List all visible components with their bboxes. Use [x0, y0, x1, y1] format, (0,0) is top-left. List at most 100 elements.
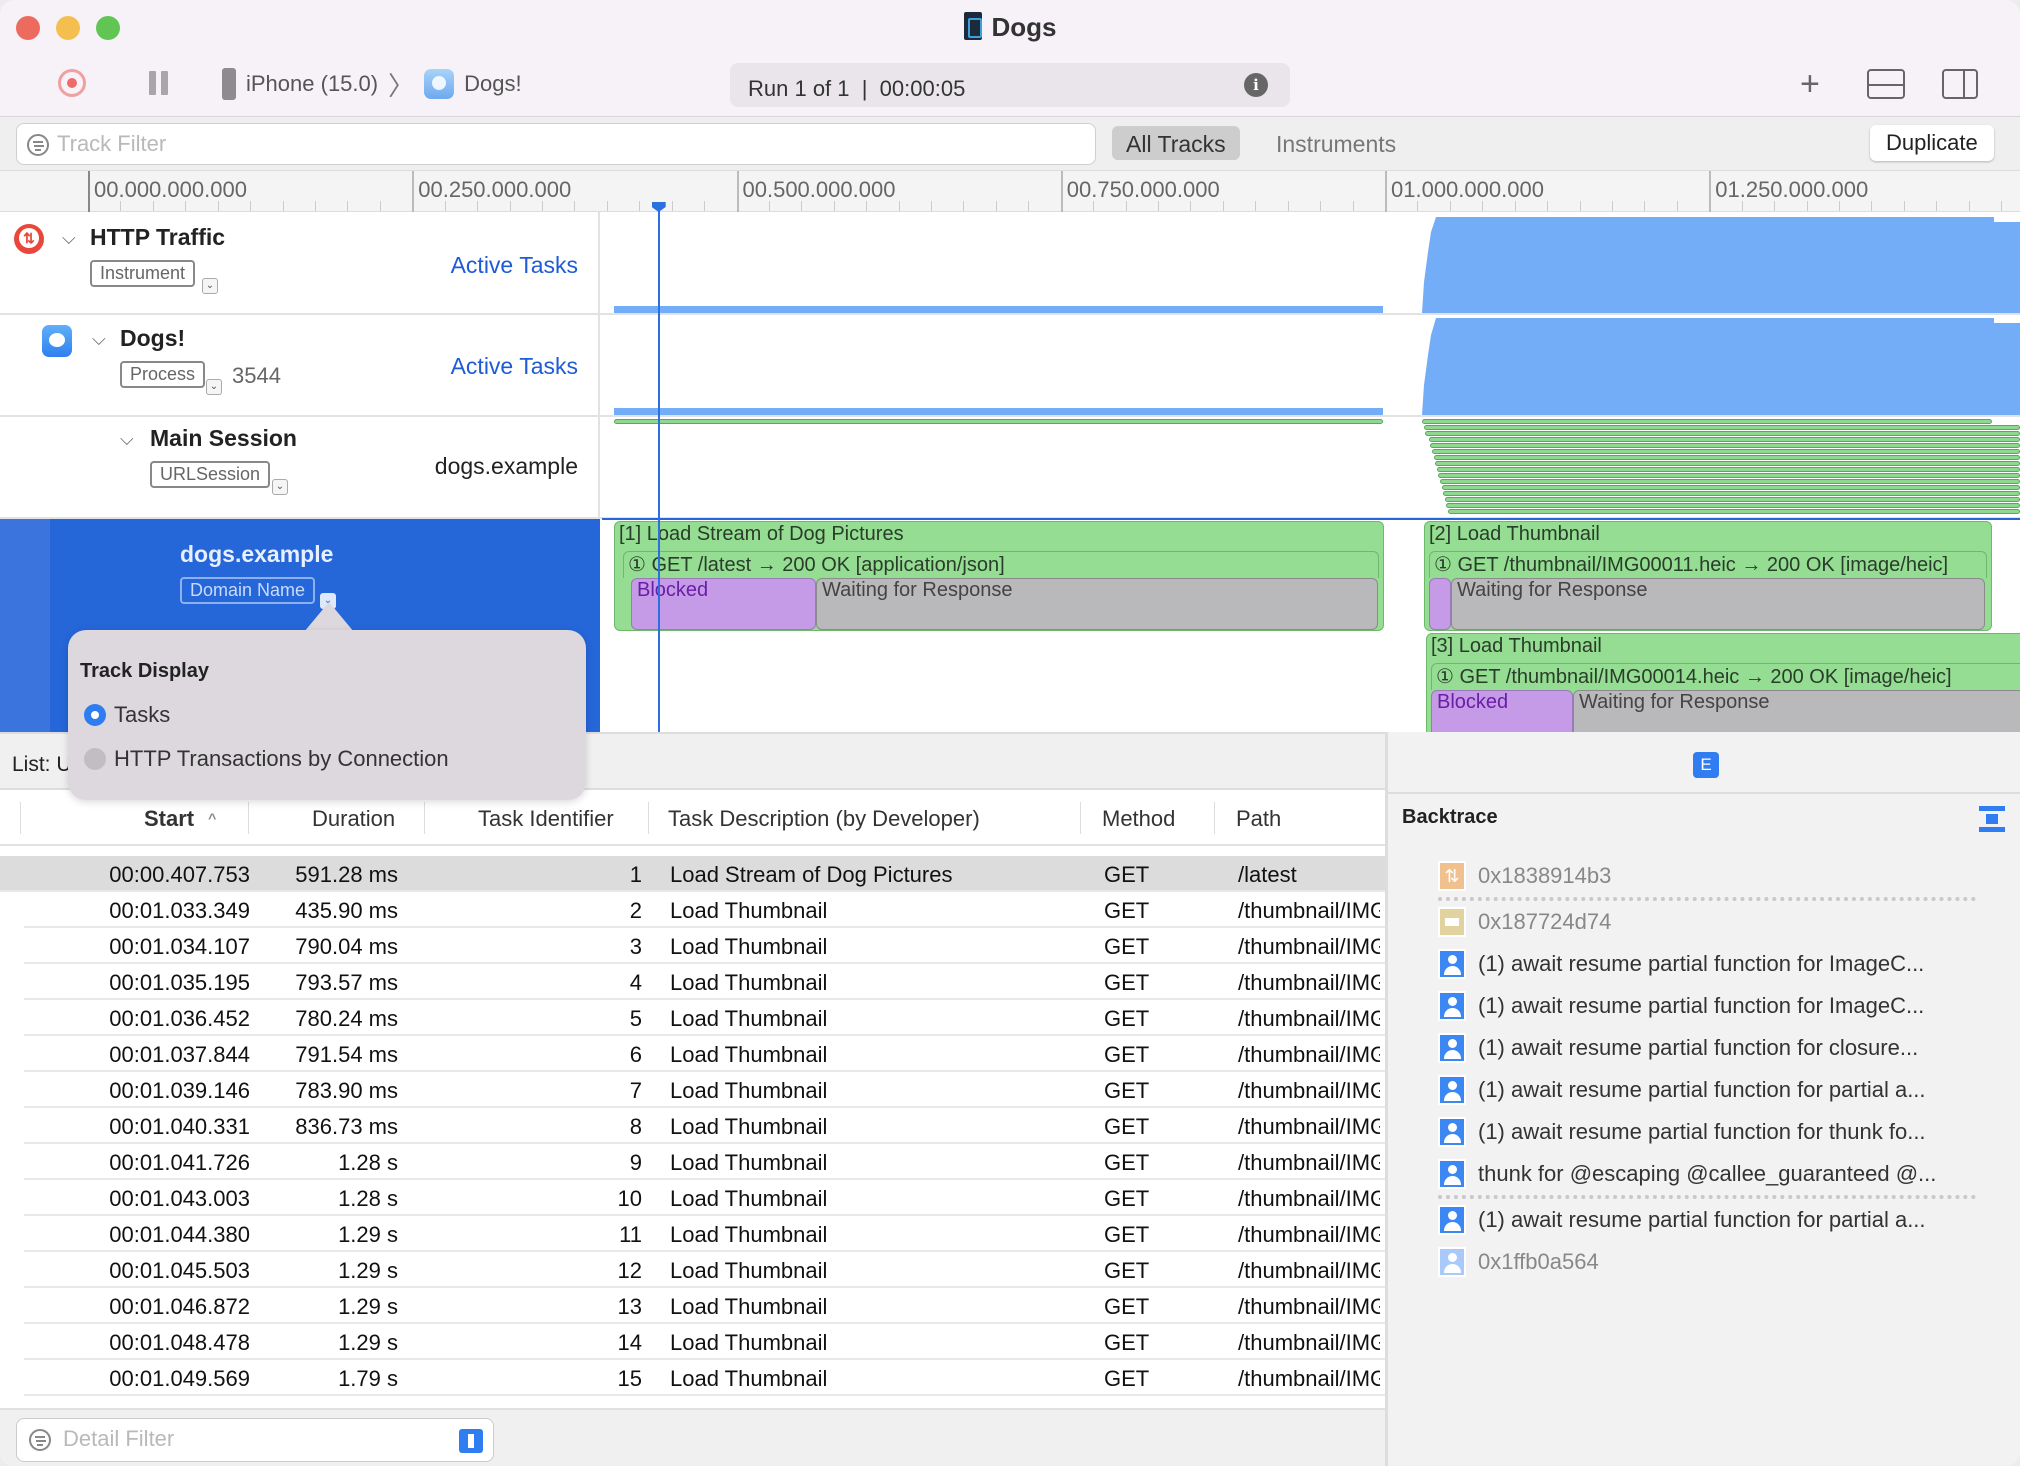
detail-filter-input[interactable]: [63, 1419, 443, 1459]
track-main-session[interactable]: ⌵ Main Session URLSession ⌄ dogs.example: [0, 417, 2020, 519]
table-row[interactable]: 00:01.034.107 790.04 ms 3 Load Thumbnail GET…: [24, 928, 1385, 964]
transaction-interval[interactable]: ① GET /thumbnail/IMG00014.heic → 200 OK …: [1431, 663, 2020, 690]
detail-filter-field[interactable]: [16, 1418, 494, 1462]
badge-dropdown-icon[interactable]: ⌄: [202, 278, 218, 294]
target-app-name[interactable]: Dogs!: [464, 71, 521, 97]
track-timeline[interactable]: [602, 315, 2020, 415]
transaction-interval[interactable]: ① GET /latest → 200 OK [application/json…: [623, 551, 1379, 578]
column-separator[interactable]: [424, 802, 425, 834]
disclosure-chevron-icon[interactable]: ⌵: [92, 329, 106, 350]
track-display-popover: Track Display Tasks HTTP Transactions by…: [68, 630, 586, 800]
table-row[interactable]: 00:01.043.003 1.28 s 10 Load Thumbnail GET/t…: [24, 1180, 1385, 1216]
task-interval[interactable]: [2] Load Thumbnail ① GET /thumbnail/IMG0…: [1424, 521, 1992, 631]
track-label[interactable]: ⌵ HTTP Traffic Instrument ⌄ Active Tasks: [0, 212, 600, 313]
track-filter-input[interactable]: [57, 124, 1077, 164]
collapse-backtrace-icon[interactable]: [1979, 806, 2005, 832]
backtrace-frame[interactable]: (1) await resume partial function for cl…: [1438, 1027, 1998, 1069]
table-row[interactable]: 00:01.048.478 1.29 s 14 Load Thumbnail GET/t…: [24, 1324, 1385, 1360]
track-filter-field[interactable]: [16, 123, 1096, 165]
ruler-tick-label: 00.250.000.000: [418, 177, 572, 202]
record-button[interactable]: [58, 69, 86, 97]
backtrace-frame[interactable]: (1) await resume partial function for th…: [1438, 1111, 1998, 1153]
backtrace-frame[interactable]: (1) await resume partial function for pa…: [1438, 1069, 1998, 1111]
badge-dropdown-icon[interactable]: ⌄: [206, 379, 222, 395]
track-timeline[interactable]: [1] Load Stream of Dog Pictures ① GET /l…: [602, 519, 2020, 732]
radio-selected-icon[interactable]: [84, 704, 106, 726]
column-header-start[interactable]: Start ^: [144, 806, 216, 832]
transaction-interval[interactable]: ① GET /thumbnail/IMG00011.heic → 200 OK …: [1429, 551, 1987, 578]
track-timeline[interactable]: [602, 417, 2020, 517]
frame-symbol: (1) await resume partial function for th…: [1478, 1119, 1926, 1144]
disclosure-chevron-icon[interactable]: ⌵: [120, 429, 134, 450]
column-separator[interactable]: [248, 802, 249, 834]
task-interval[interactable]: [3] Load Thumbnail ① GET /thumbnail/IMG0…: [1426, 633, 2020, 732]
column-header-path[interactable]: Path: [1236, 806, 1281, 832]
phase-blocked[interactable]: Blocked: [1431, 690, 1573, 732]
table-row[interactable]: 00:00.407.753 591.28 ms 1 Load Stream of Do…: [0, 856, 1385, 892]
phase-blocked[interactable]: [1429, 578, 1451, 630]
table-row[interactable]: 00:01.044.380 1.29 s 11 Load Thumbnail GET/t…: [24, 1216, 1385, 1252]
phase-waiting-for-response[interactable]: Waiting for Response: [1573, 690, 2020, 732]
track-http-traffic[interactable]: ⌵ HTTP Traffic Instrument ⌄ Active Tasks: [0, 212, 2020, 315]
phase-waiting-for-response[interactable]: Waiting for Response: [1451, 578, 1985, 630]
option-http-transactions-by-connection[interactable]: HTTP Transactions by Connection: [84, 746, 449, 772]
task-interval[interactable]: [1] Load Stream of Dog Pictures ① GET /l…: [614, 521, 1384, 631]
backtrace-frame[interactable]: 0x1ffb0a564: [1438, 1241, 1998, 1283]
column-separator[interactable]: [1214, 802, 1215, 834]
duplicate-button[interactable]: Duplicate: [1870, 125, 1994, 161]
backtrace-frame[interactable]: 0x187724d74: [1438, 901, 1998, 943]
table-row[interactable]: 00:01.041.726 1.28 s 9 Load Thumbnail GET/th…: [24, 1144, 1385, 1180]
pause-button[interactable]: [148, 71, 170, 97]
column-header-task-description[interactable]: Task Description (by Developer): [668, 806, 980, 832]
table-row[interactable]: 00:01.040.331 836.73 ms 8 Load Thumbnail GET…: [24, 1108, 1385, 1144]
filter-options-toggle[interactable]: [459, 1429, 483, 1453]
track-label[interactable]: ⌵ Dogs! Process ⌄ 3544 Active Tasks: [0, 315, 600, 415]
track-dogs-process[interactable]: ⌵ Dogs! Process ⌄ 3544 Active Tasks: [0, 315, 2020, 417]
track-display-link[interactable]: Active Tasks: [451, 252, 578, 279]
table-row[interactable]: 00:01.049.569 1.79 s 15 Load Thumbnail GET/t…: [24, 1360, 1385, 1396]
scope-instruments[interactable]: Instruments: [1262, 126, 1410, 160]
backtrace-frame[interactable]: thunk for @escaping @callee_guaranteed @…: [1438, 1153, 1998, 1195]
add-instrument-button[interactable]: +: [1800, 65, 1820, 104]
phase-waiting-for-response[interactable]: Waiting for Response: [816, 578, 1378, 630]
table-row[interactable]: 00:01.046.872 1.29 s 13 Load Thumbnail GET/t…: [24, 1288, 1385, 1324]
backtrace-frame[interactable]: (1) await resume partial function for Im…: [1438, 985, 1998, 1027]
disclosure-chevron-icon[interactable]: ⌵: [62, 228, 76, 249]
backtrace-frame[interactable]: (1) await resume partial function for Im…: [1438, 943, 1998, 985]
toggle-detail-area-button[interactable]: [1867, 69, 1905, 99]
track-display-link[interactable]: Active Tasks: [451, 353, 578, 380]
ruler-tick-label: 01.000.000.000: [1391, 177, 1544, 202]
target-selector[interactable]: iPhone (15.0) 〉 Dogs!: [222, 67, 522, 101]
column-separator[interactable]: [648, 802, 649, 834]
radio-unselected-icon[interactable]: [84, 748, 106, 770]
cell-method: GET: [1104, 1078, 1150, 1103]
track-label[interactable]: ⌵ Main Session URLSession ⌄ dogs.example: [0, 417, 600, 517]
badge-dropdown-icon[interactable]: ⌄: [272, 479, 288, 495]
column-header-method[interactable]: Method: [1102, 806, 1175, 832]
cell-start: 00:01.046.872: [109, 1294, 250, 1319]
time-ruler[interactable]: 00.000.000.000 00.250.000.000 00.500.000.0…: [0, 170, 2020, 213]
toggle-inspector-button[interactable]: [1942, 69, 1978, 99]
table-row[interactable]: 00:01.033.349 435.90 ms 2 Load Thumbnail GET…: [24, 892, 1385, 928]
table-row[interactable]: 00:01.036.452 780.24 ms 5 Load Thumbnail GET…: [24, 1000, 1385, 1036]
table-row[interactable]: 00:01.045.503 1.29 s 12 Load Thumbnail GET/t…: [24, 1252, 1385, 1288]
column-header-duration[interactable]: Duration: [312, 806, 395, 832]
table-row[interactable]: 00:01.037.844 791.54 ms 6 Load Thumbnail GET…: [24, 1036, 1385, 1072]
track-timeline[interactable]: [602, 212, 2020, 313]
scope-all-tracks[interactable]: All Tracks: [1112, 126, 1240, 160]
cell-start: 00:01.040.331: [109, 1114, 250, 1139]
detail-view-selector[interactable]: List: U: [12, 753, 72, 777]
backtrace-frame[interactable]: ⇅ 0x1838914b3: [1438, 855, 1998, 897]
ruler-minor-tick: [1125, 201, 1127, 211]
table-row[interactable]: 00:01.035.195 793.57 ms 4 Load Thumbnail GET…: [24, 964, 1385, 1000]
backtrace-frame[interactable]: (1) await resume partial function for pa…: [1438, 1199, 1998, 1241]
option-tasks[interactable]: Tasks: [84, 702, 170, 728]
info-icon[interactable]: i: [1244, 73, 1268, 97]
cell-start: 00:00.407.753: [109, 862, 250, 887]
column-separator[interactable]: [1080, 802, 1081, 834]
inspection-head-line[interactable]: [657, 202, 660, 732]
column-header-task-identifier[interactable]: Task Identifier: [478, 806, 614, 832]
device-name[interactable]: iPhone (15.0): [246, 71, 378, 97]
table-row[interactable]: 00:01.039.146 783.90 ms 7 Load Thumbnail GET…: [24, 1072, 1385, 1108]
extended-detail-button[interactable]: E: [1693, 752, 1719, 778]
